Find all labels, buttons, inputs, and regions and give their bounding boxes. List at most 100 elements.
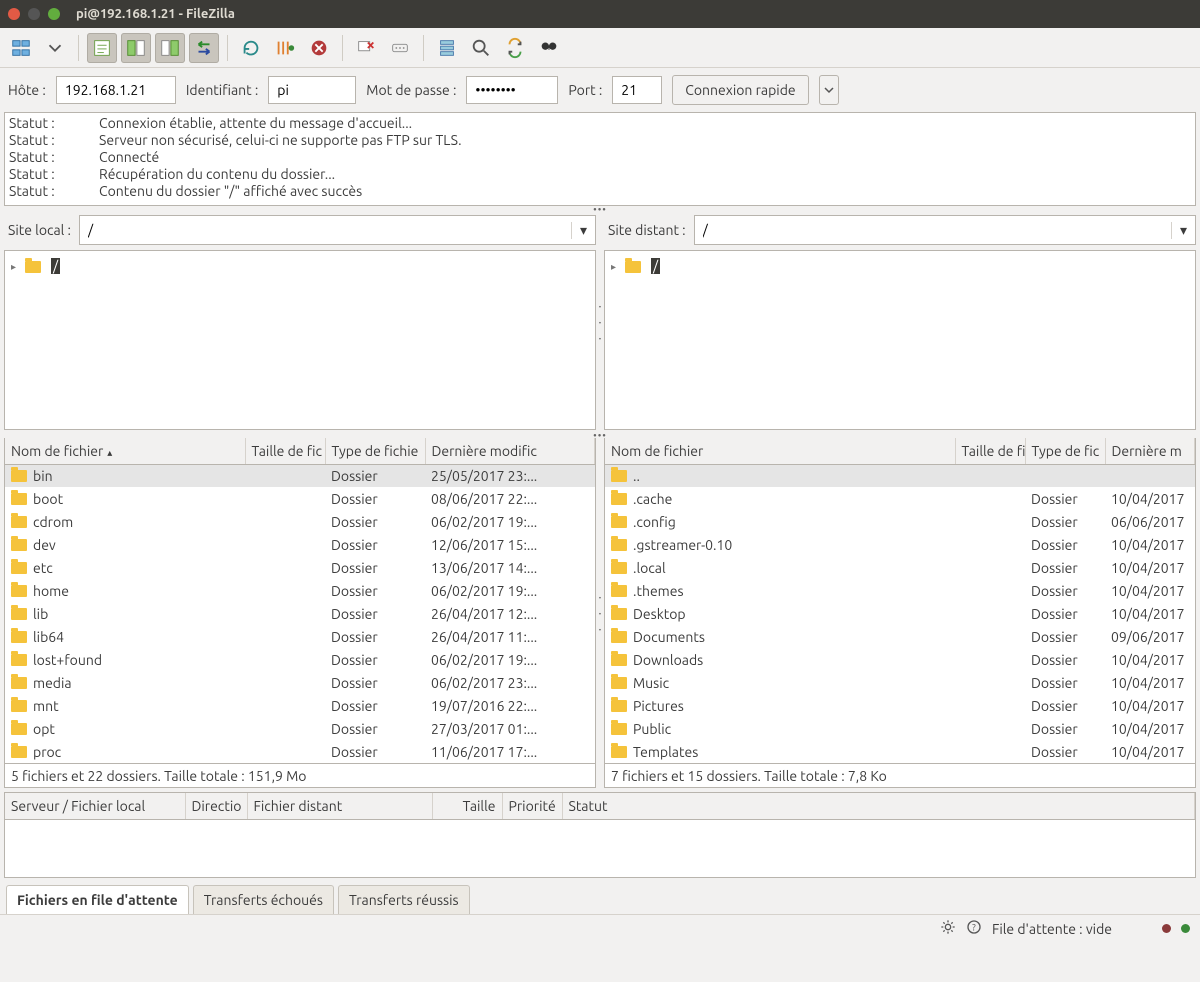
- filter-button[interactable]: [432, 33, 462, 63]
- dropdown-arrow-icon[interactable]: ▾: [1171, 222, 1195, 239]
- tree-node-label: /: [651, 258, 660, 274]
- window-minimize-button[interactable]: [28, 8, 40, 20]
- file-row[interactable]: TemplatesDossier10/04/2017: [605, 740, 1195, 763]
- local-file-list[interactable]: Nom de fichier▴ Taille de fic Type de fi…: [4, 438, 596, 764]
- file-row[interactable]: PublicDossier10/04/2017: [605, 717, 1195, 740]
- file-row[interactable]: lost+foundDossier06/02/2017 19:...: [5, 648, 595, 671]
- remote-path-input[interactable]: [695, 218, 1171, 242]
- file-row[interactable]: cdromDossier06/02/2017 19:...: [5, 510, 595, 533]
- column-header-size[interactable]: Taille de fi: [955, 438, 1025, 464]
- toggle-remote-tree-button[interactable]: [155, 33, 185, 63]
- refresh-button[interactable]: [236, 33, 266, 63]
- file-row[interactable]: devDossier12/06/2017 15:...: [5, 533, 595, 556]
- reconnect-button[interactable]: [385, 33, 415, 63]
- file-row[interactable]: bootDossier08/06/2017 22:...: [5, 487, 595, 510]
- host-input[interactable]: [56, 76, 176, 104]
- queue-col-size[interactable]: Taille: [432, 793, 502, 819]
- file-row[interactable]: mntDossier19/07/2016 22:...: [5, 694, 595, 717]
- quickconnect-button[interactable]: Connexion rapide: [672, 75, 808, 105]
- file-row[interactable]: mediaDossier06/02/2017 23:...: [5, 671, 595, 694]
- process-queue-button[interactable]: [270, 33, 300, 63]
- transfer-queue[interactable]: Serveur / Fichier local Directio Fichier…: [4, 792, 1196, 878]
- file-name: lib: [33, 606, 48, 622]
- user-input[interactable]: [268, 76, 356, 104]
- toggle-queue-button[interactable]: [189, 33, 219, 63]
- vertical-splitter[interactable]: ···: [596, 212, 604, 432]
- column-header-type[interactable]: Type de fichie: [325, 438, 425, 464]
- tree-expand-icon[interactable]: ▸: [11, 261, 21, 271]
- quickconnect-history-dropdown[interactable]: [819, 75, 839, 105]
- disconnect-button[interactable]: [351, 33, 381, 63]
- queue-col-server[interactable]: Serveur / Fichier local: [5, 793, 185, 819]
- file-date: 10/04/2017: [1105, 694, 1195, 717]
- column-header-date[interactable]: Dernière modific: [425, 438, 595, 464]
- file-row[interactable]: PicturesDossier10/04/2017: [605, 694, 1195, 717]
- file-date: 12/06/2017 15:...: [425, 533, 595, 556]
- toggle-log-button[interactable]: [87, 33, 117, 63]
- tab-successful-transfers[interactable]: Transferts réussis: [338, 885, 470, 914]
- file-type: Dossier: [1025, 671, 1105, 694]
- file-row[interactable]: .cacheDossier10/04/2017: [605, 487, 1195, 510]
- log-label: Statut :: [9, 166, 99, 183]
- file-row[interactable]: .configDossier06/06/2017: [605, 510, 1195, 533]
- message-log[interactable]: Statut :Connexion établie, attente du me…: [4, 112, 1196, 206]
- help-icon[interactable]: ?: [966, 919, 982, 938]
- remote-path-combo[interactable]: ▾: [694, 215, 1196, 245]
- compare-button[interactable]: [466, 33, 496, 63]
- file-name: Documents: [633, 629, 705, 645]
- file-row[interactable]: ..: [605, 464, 1195, 487]
- file-row[interactable]: MusicDossier10/04/2017: [605, 671, 1195, 694]
- folder-icon: [611, 585, 627, 597]
- file-row[interactable]: homeDossier06/02/2017 19:...: [5, 579, 595, 602]
- file-type: Dossier: [1025, 648, 1105, 671]
- column-header-type[interactable]: Type de fic: [1025, 438, 1105, 464]
- file-row[interactable]: procDossier11/06/2017 17:...: [5, 740, 595, 763]
- port-input[interactable]: [612, 76, 662, 104]
- queue-col-priority[interactable]: Priorité: [502, 793, 562, 819]
- file-row[interactable]: DesktopDossier10/04/2017: [605, 602, 1195, 625]
- tree-expand-icon[interactable]: ▸: [611, 261, 621, 271]
- toggle-local-tree-button[interactable]: [121, 33, 151, 63]
- tab-queued-files[interactable]: Fichiers en file d'attente: [6, 885, 189, 914]
- remote-file-list[interactable]: Nom de fichier Taille de fi Type de fic …: [604, 438, 1196, 764]
- file-row[interactable]: binDossier25/05/2017 23:...: [5, 464, 595, 487]
- dropdown-arrow-icon[interactable]: ▾: [571, 222, 595, 239]
- window-close-button[interactable]: [8, 8, 20, 20]
- file-row[interactable]: DownloadsDossier10/04/2017: [605, 648, 1195, 671]
- column-header-size[interactable]: Taille de fic: [245, 438, 325, 464]
- queue-col-status[interactable]: Statut: [562, 793, 1195, 819]
- folder-icon: [11, 608, 27, 620]
- password-input[interactable]: [466, 76, 558, 104]
- tree-node[interactable]: ▸ /: [611, 255, 1189, 277]
- folder-icon: [611, 539, 627, 551]
- column-header-name[interactable]: Nom de fichier▴: [5, 438, 245, 464]
- local-path-input[interactable]: [80, 218, 571, 242]
- file-row[interactable]: optDossier27/03/2017 01:...: [5, 717, 595, 740]
- sitemanager-dropdown-icon[interactable]: [40, 33, 70, 63]
- column-header-date[interactable]: Dernière m: [1105, 438, 1195, 464]
- search-button[interactable]: [534, 33, 564, 63]
- file-row[interactable]: libDossier26/04/2017 12:...: [5, 602, 595, 625]
- gear-icon[interactable]: [940, 919, 956, 938]
- file-row[interactable]: etcDossier13/06/2017 14:...: [5, 556, 595, 579]
- local-path-combo[interactable]: ▾: [79, 215, 596, 245]
- file-row[interactable]: .gstreamer-0.10Dossier10/04/2017: [605, 533, 1195, 556]
- local-directory-tree[interactable]: ▸ /: [4, 250, 596, 430]
- file-row[interactable]: .themesDossier10/04/2017: [605, 579, 1195, 602]
- user-label: Identifiant :: [186, 82, 258, 98]
- sitemanager-button[interactable]: [6, 33, 36, 63]
- tab-failed-transfers[interactable]: Transferts échoués: [193, 885, 334, 914]
- window-maximize-button[interactable]: [48, 8, 60, 20]
- column-header-name[interactable]: Nom de fichier: [605, 438, 955, 464]
- cancel-button[interactable]: [304, 33, 334, 63]
- file-row[interactable]: .localDossier10/04/2017: [605, 556, 1195, 579]
- file-row[interactable]: DocumentsDossier09/06/2017: [605, 625, 1195, 648]
- tree-node[interactable]: ▸ /: [11, 255, 589, 277]
- file-row[interactable]: lib64Dossier26/04/2017 11:...: [5, 625, 595, 648]
- remote-directory-tree[interactable]: ▸ /: [604, 250, 1196, 430]
- vertical-splitter[interactable]: ···: [596, 438, 604, 788]
- queue-col-remote[interactable]: Fichier distant: [247, 793, 432, 819]
- file-date: 10/04/2017: [1105, 717, 1195, 740]
- sync-browse-button[interactable]: [500, 33, 530, 63]
- queue-col-direction[interactable]: Directio: [185, 793, 247, 819]
